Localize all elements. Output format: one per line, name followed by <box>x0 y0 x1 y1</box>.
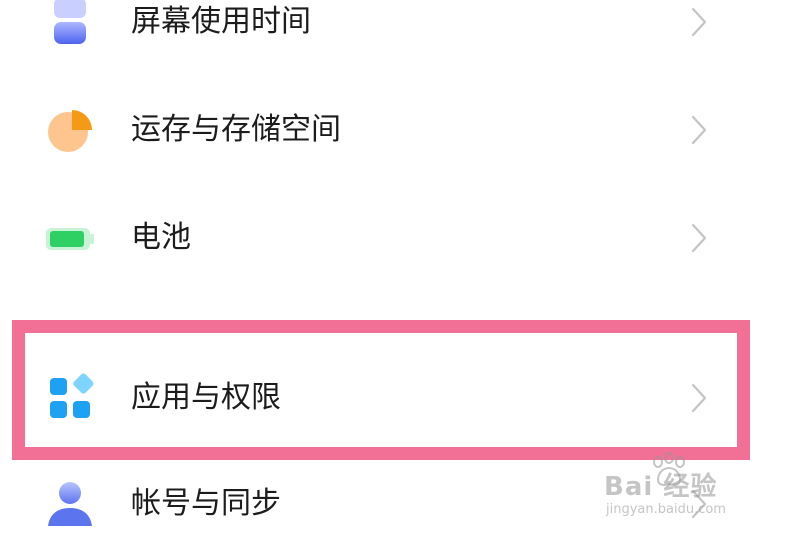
settings-item-label: 屏幕使用时间 <box>131 4 311 39</box>
battery-icon <box>44 212 96 264</box>
settings-item-storage[interactable]: 运存与存储空间 <box>0 82 730 178</box>
chevron-right-icon <box>688 113 710 147</box>
settings-item-battery[interactable]: 电池 <box>0 190 730 286</box>
settings-item-label: 电池 <box>131 220 191 255</box>
app-grid-icon <box>44 372 96 424</box>
chevron-right-icon <box>688 381 710 415</box>
settings-item-apps-permissions[interactable]: 应用与权限 <box>0 350 730 446</box>
settings-item-label: 应用与权限 <box>131 380 281 415</box>
hourglass-icon <box>44 0 96 48</box>
user-icon <box>44 478 96 530</box>
settings-item-account-sync[interactable]: 帐号与同步 <box>0 456 730 552</box>
settings-item-screen-time[interactable]: 屏幕使用时间 <box>0 0 730 70</box>
chevron-right-icon <box>688 487 710 521</box>
settings-item-label: 帐号与同步 <box>131 486 281 521</box>
chevron-right-icon <box>688 5 710 39</box>
pie-chart-icon <box>44 104 96 156</box>
chevron-right-icon <box>688 221 710 255</box>
settings-item-label: 运存与存储空间 <box>131 112 341 147</box>
